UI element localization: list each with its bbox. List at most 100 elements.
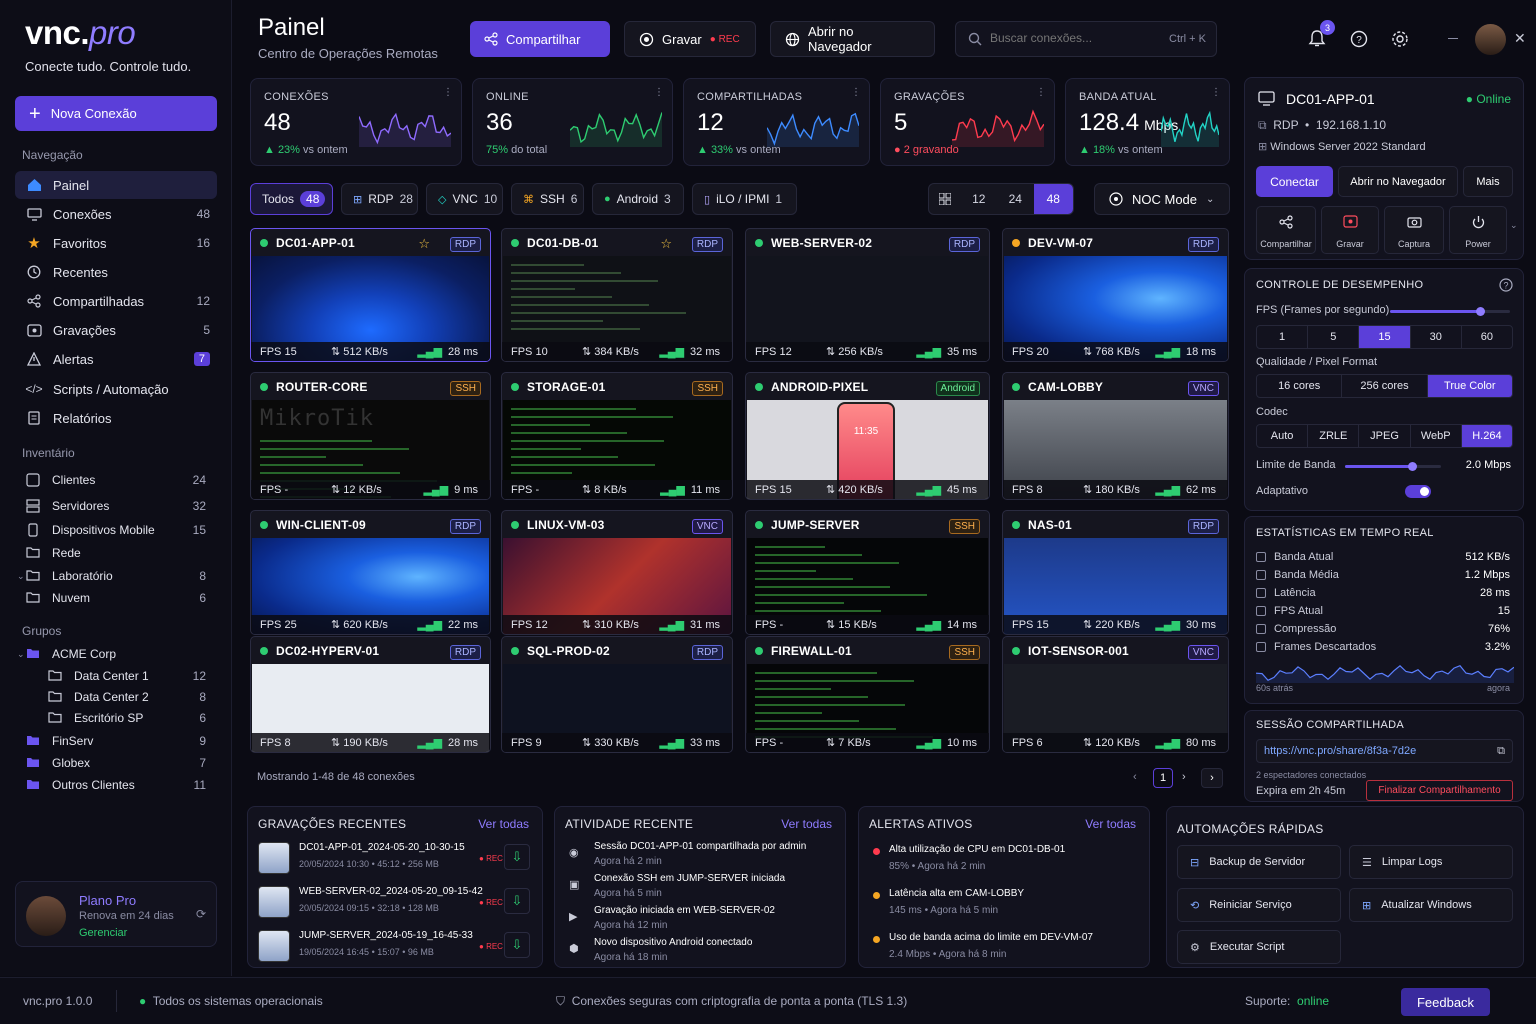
more-icon[interactable]: ⋮ bbox=[851, 87, 861, 98]
auto-backup-button[interactable]: ⊟ Backup de Servidor bbox=[1177, 845, 1341, 879]
codec-option[interactable]: Auto bbox=[1257, 425, 1309, 447]
gear-icon[interactable] bbox=[1391, 30, 1409, 48]
connection-tile[interactable]: IOT-SENSOR-001 VNC FPS 6 ⇅ 120 KB/s ▂▄▆ 80 ms bbox=[1002, 636, 1229, 753]
sidebar-item-conexoes[interactable]: Conexões 48 bbox=[15, 200, 217, 228]
auto-clear-logs-button[interactable]: ☰ Limpar Logs bbox=[1349, 845, 1513, 879]
connection-tile[interactable]: CAM-LOBBY VNC FPS 8 ⇅ 180 KB/s ▂▄▆ 62 ms bbox=[1002, 372, 1229, 500]
alert-item[interactable]: Latência alta em CAM-LOBBY 145 ms • Agora… bbox=[871, 888, 1137, 918]
prev-page-icon[interactable]: ‹ bbox=[1133, 771, 1137, 783]
sidebar-item-compartilhadas[interactable]: Compartilhadas 12 bbox=[15, 287, 217, 315]
record-button[interactable]: Gravar ● REC bbox=[624, 21, 756, 57]
adaptive-toggle[interactable] bbox=[1405, 485, 1431, 498]
filter-iloipmi[interactable]: ▯ iLO / IPMI 1 bbox=[692, 183, 797, 215]
filter-ssh[interactable]: ⌘ SSH 6 bbox=[511, 183, 584, 215]
recording-item[interactable]: JUMP-SERVER_2024-05-19_16-45-33 19/05/202… bbox=[258, 928, 530, 964]
group-escritorio[interactable]: Escritório SP 6 bbox=[15, 707, 217, 729]
close-icon[interactable]: ✕ bbox=[1514, 30, 1526, 47]
fps-option[interactable]: 15 bbox=[1359, 326, 1411, 348]
fps-slider[interactable] bbox=[1390, 307, 1510, 316]
action-capture-button[interactable]: Captura bbox=[1384, 206, 1444, 254]
copy-icon[interactable]: ⧉ bbox=[1497, 745, 1505, 758]
sidebar-item-rede[interactable]: Rede bbox=[15, 542, 217, 564]
more-icon[interactable]: ⋮ bbox=[1036, 87, 1046, 98]
fps-option[interactable]: 1 bbox=[1257, 326, 1309, 348]
chevron-down-icon[interactable]: ⌄ bbox=[17, 649, 25, 660]
end-share-button[interactable]: Finalizar Compartilhamento bbox=[1366, 780, 1513, 801]
group-dc1[interactable]: Data Center 1 12 bbox=[15, 665, 217, 687]
sidebar-item-clientes[interactable]: Clientes 24 bbox=[15, 469, 217, 491]
sidebar-item-laboratorio[interactable]: ⌄ Laboratório 8 bbox=[15, 565, 217, 587]
sidebar-item-painel[interactable]: Painel bbox=[15, 171, 217, 199]
sidebar-item-gravacoes[interactable]: Gravações 5 bbox=[15, 316, 217, 344]
group-globex[interactable]: Globex 7 bbox=[15, 752, 217, 774]
connection-tile[interactable]: STORAGE-01 SSH FPS - ⇅ 8 KB/s ▂▄▆ 11 ms bbox=[501, 372, 733, 500]
group-outros[interactable]: Outros Clientes 11 bbox=[15, 774, 217, 796]
share-button[interactable]: Compartilhar bbox=[470, 21, 610, 57]
alerts-see-all[interactable]: Ver todas bbox=[1085, 817, 1136, 831]
codec-option[interactable]: JPEG bbox=[1359, 425, 1411, 447]
sidebar-item-relatorios[interactable]: Relatórios bbox=[15, 404, 217, 432]
help-icon[interactable]: ? bbox=[1499, 278, 1513, 292]
fps-option[interactable]: 60 bbox=[1462, 326, 1512, 348]
page-1-button[interactable]: 1 bbox=[1153, 768, 1173, 788]
grid-icon[interactable] bbox=[929, 184, 961, 214]
action-share-button[interactable]: Compartilhar bbox=[1256, 206, 1316, 254]
recordings-see-all[interactable]: Ver todas bbox=[478, 817, 529, 831]
sidebar-item-favoritos[interactable]: ★ Favoritos 16 bbox=[15, 229, 217, 257]
recording-item[interactable]: WEB-SERVER-02_2024-05-20_09-15-42 20/05/2… bbox=[258, 884, 530, 920]
user-avatar[interactable] bbox=[1475, 24, 1506, 55]
minimize-icon[interactable] bbox=[1448, 38, 1458, 39]
connection-tile[interactable]: FIREWALL-01 SSH FPS - ⇅ 7 KB/s ▂▄▆ 10 ms bbox=[745, 636, 990, 753]
quality-option[interactable]: 16 cores bbox=[1257, 375, 1343, 397]
codec-option[interactable]: WebP bbox=[1411, 425, 1462, 447]
grid-size-12[interactable]: 12 bbox=[961, 184, 998, 214]
new-connection-button[interactable]: + Nova Conexão bbox=[15, 96, 217, 131]
sidebar-item-alertas[interactable]: Alertas 7 bbox=[15, 345, 217, 373]
connection-tile[interactable]: MikroTik ROUTER-CORE SSH FPS - ⇅ 12 KB/s ▂▄▆ 9… bbox=[250, 372, 491, 500]
group-dc2[interactable]: Data Center 28 bbox=[15, 686, 217, 708]
next-page-button[interactable]: › bbox=[1201, 768, 1223, 788]
fps-option[interactable]: 5 bbox=[1308, 326, 1360, 348]
grid-size-48[interactable]: 48 bbox=[1033, 184, 1073, 214]
download-icon[interactable]: ⇩ bbox=[504, 888, 530, 914]
alert-item[interactable]: Alta utilização de CPU em DC01-DB-01 85% … bbox=[871, 844, 1137, 874]
connection-tile[interactable]: WEB-SERVER-02 RDP FPS 12 ⇅ 256 KB/s ▂▄▆ 35 ms bbox=[745, 228, 990, 362]
sidebar-item-nuvem[interactable]: Nuvem 6 bbox=[15, 587, 217, 609]
quality-option[interactable]: True Color bbox=[1427, 375, 1512, 397]
noc-mode-dropdown[interactable]: NOC Mode ⌄ bbox=[1094, 183, 1230, 215]
open-browser-button[interactable]: Abrir no Navegador bbox=[770, 21, 935, 57]
fps-option[interactable]: 30 bbox=[1411, 326, 1462, 348]
share-url-field[interactable]: https://vnc.pro/share/8f3a-7d2e ⧉ bbox=[1256, 739, 1513, 763]
connection-tile[interactable]: SQL-PROD-02 RDP FPS 9 ⇅ 330 KB/s ▂▄▆ 33 ms bbox=[501, 636, 733, 753]
auto-windows-update-button[interactable]: ⊞ Atualizar Windows bbox=[1349, 888, 1513, 922]
sidebar-item-servidores[interactable]: Servidores 32 bbox=[15, 495, 217, 517]
quality-option[interactable]: 256 cores bbox=[1342, 375, 1428, 397]
auto-run-script-button[interactable]: ⚙ Executar Script bbox=[1177, 930, 1341, 964]
filter-android[interactable]: ● Android 3 bbox=[592, 183, 684, 215]
next-page-icon[interactable]: › bbox=[1182, 771, 1186, 783]
sync-icon[interactable]: ⟳ bbox=[196, 907, 206, 921]
chevron-down-icon[interactable]: ⌄ bbox=[1510, 220, 1518, 231]
search-box[interactable]: Ctrl + K bbox=[955, 21, 1217, 57]
connection-tile[interactable]: DEV-VM-07 RDP FPS 20 ⇅ 768 KB/s ▂▄▆ 18 ms bbox=[1002, 228, 1229, 362]
recording-item[interactable]: DC01-APP-01_2024-05-20_10-30-15 20/05/202… bbox=[258, 840, 530, 876]
search-input[interactable] bbox=[990, 31, 1140, 45]
more-icon[interactable]: ⋮ bbox=[654, 87, 664, 98]
feedback-button[interactable]: Feedback bbox=[1401, 988, 1490, 1016]
download-icon[interactable]: ⇩ bbox=[504, 932, 530, 958]
connection-tile[interactable]: 11:35 ANDROID-PIXEL Android FPS 15 ⇅ 420 KB/… bbox=[745, 372, 990, 500]
more-button[interactable]: Mais bbox=[1463, 166, 1513, 197]
bandwidth-slider[interactable] bbox=[1345, 462, 1441, 471]
star-icon[interactable]: ☆ bbox=[660, 236, 672, 252]
connection-tile[interactable]: DC01-APP-01 ☆ RDP FPS 15 ⇅ 512 KB/s ▂▄▆ 28 ms bbox=[250, 228, 491, 362]
sidebar-item-recentes[interactable]: Recentes bbox=[15, 258, 217, 286]
connection-tile[interactable]: DC01-DB-01 ☆ RDP FPS 10 ⇅ 384 KB/s ▂▄▆ 32 ms bbox=[501, 228, 733, 362]
codec-option[interactable]: ZRLE bbox=[1308, 425, 1360, 447]
connection-tile[interactable]: DC02-HYPERV-01 RDP FPS 8 ⇅ 190 KB/s ▂▄▆ 28 ms bbox=[250, 636, 491, 753]
connect-button[interactable]: Conectar bbox=[1256, 166, 1333, 197]
more-icon[interactable]: ⋮ bbox=[1211, 87, 1221, 98]
group-finserv[interactable]: FinServ 9 bbox=[15, 730, 217, 752]
grid-size-24[interactable]: 24 bbox=[997, 184, 1034, 214]
action-record-button[interactable]: Gravar bbox=[1321, 206, 1379, 254]
download-icon[interactable]: ⇩ bbox=[504, 844, 530, 870]
